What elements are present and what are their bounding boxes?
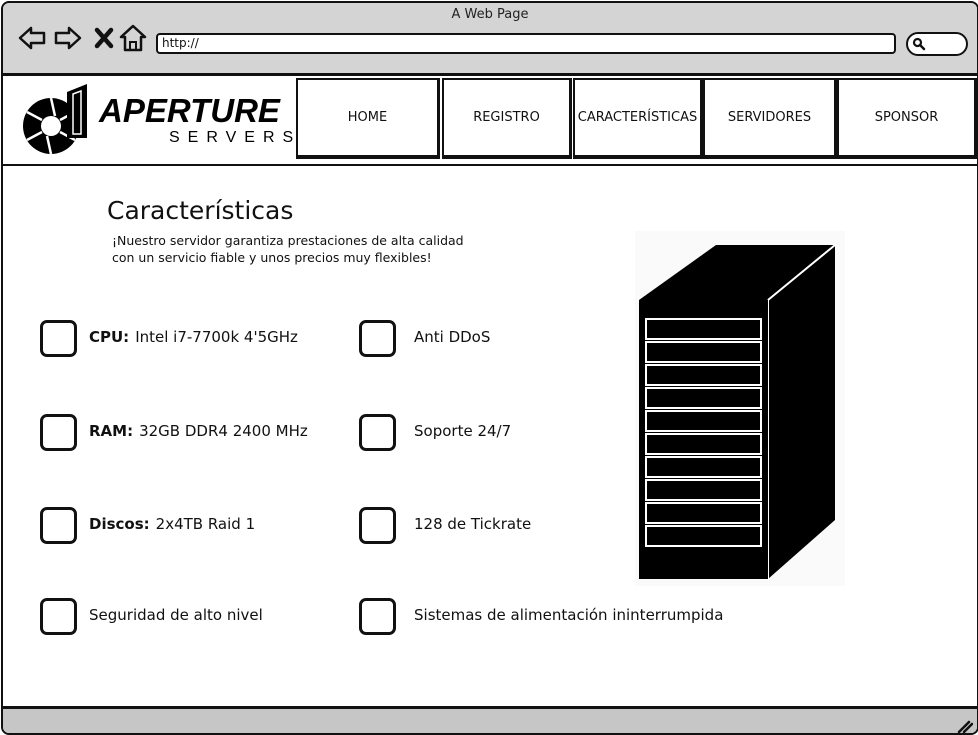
logo-wordmark: APERTURE: [99, 92, 280, 129]
aperture-logo-icon: [23, 84, 87, 155]
feature-checkbox[interactable]: [359, 598, 396, 635]
home-icon[interactable]: [118, 23, 148, 53]
nav-home[interactable]: HOME: [296, 78, 440, 159]
intro-line: con un servicio fiable y unos precios mu…: [112, 250, 432, 265]
site-header: APERTURE SERVERS HOME REGISTRO CARACTERÍ…: [3, 76, 977, 166]
address-bar[interactable]: http://: [156, 33, 896, 54]
search-input[interactable]: [906, 32, 968, 56]
close-icon[interactable]: [91, 23, 121, 53]
aperture-servers-logo[interactable]: APERTURE SERVERS: [19, 80, 295, 160]
feature-label: RAM: 32GB DDR4 2400 MHz: [89, 422, 308, 440]
feature-checkbox[interactable]: [40, 598, 77, 635]
feature-key: Discos:: [89, 515, 150, 533]
logo-subtitle: SERVERS: [169, 129, 302, 146]
feature-checkbox[interactable]: [40, 414, 77, 451]
feature-key: RAM:: [89, 422, 134, 440]
main-content: Características ¡Nuestro servidor garant…: [3, 166, 977, 706]
nav-caracteristicas[interactable]: CARACTERÍSTICAS: [573, 78, 703, 159]
feature-seguridad: Seguridad de alto nivel: [40, 598, 340, 635]
feature-checkbox[interactable]: [359, 320, 396, 357]
feature-label: CPU: Intel i7-7700k 4'5GHz: [89, 328, 298, 346]
back-arrow-icon[interactable]: [17, 23, 47, 53]
feature-label: Discos: 2x4TB Raid 1: [89, 515, 255, 533]
feature-ram: RAM: 32GB DDR4 2400 MHz: [40, 414, 340, 451]
browser-window: A Web Page http:// APERTURE SERVERS HOME…: [1, 1, 978, 735]
intro-line: ¡Nuestro servidor garantiza prestaciones…: [112, 233, 464, 248]
nav-registro[interactable]: REGISTRO: [442, 78, 572, 159]
nav-servidores[interactable]: SERVIDORES: [703, 78, 837, 159]
feature-discos: Discos: 2x4TB Raid 1: [40, 507, 340, 544]
search-icon: [912, 37, 926, 51]
feature-label: Seguridad de alto nivel: [89, 606, 263, 624]
page-title: Características: [107, 196, 294, 225]
feature-cpu: CPU: Intel i7-7700k 4'5GHz: [40, 320, 340, 357]
feature-value: 128 de Tickrate: [414, 515, 532, 533]
feature-value: 32GB DDR4 2400 MHz: [139, 422, 308, 440]
feature-sai: Sistemas de alimentación ininterrumpida: [359, 598, 779, 635]
feature-value: 2x4TB Raid 1: [155, 515, 256, 533]
feature-checkbox[interactable]: [40, 320, 77, 357]
server-tower-image: [635, 231, 845, 586]
window-title: A Web Page: [451, 7, 529, 22]
feature-checkbox[interactable]: [359, 414, 396, 451]
feature-value: Intel i7-7700k 4'5GHz: [135, 328, 298, 346]
feature-key: CPU:: [89, 328, 130, 346]
nav-sponsor[interactable]: SPONSOR: [837, 78, 977, 159]
feature-checkbox[interactable]: [359, 507, 396, 544]
resize-grip-icon[interactable]: [957, 719, 973, 733]
forward-arrow-icon[interactable]: [53, 23, 83, 53]
browser-chrome: A Web Page http://: [3, 3, 977, 76]
feature-value: Anti DDoS: [414, 328, 491, 346]
feature-checkbox[interactable]: [40, 507, 77, 544]
feature-value: Seguridad de alto nivel: [89, 606, 263, 624]
status-bar: [3, 706, 977, 733]
feature-value: Sistemas de alimentación ininterrumpida: [414, 606, 724, 624]
feature-value: Soporte 24/7: [414, 422, 512, 440]
intro-text: ¡Nuestro servidor garantiza prestaciones…: [112, 232, 492, 266]
